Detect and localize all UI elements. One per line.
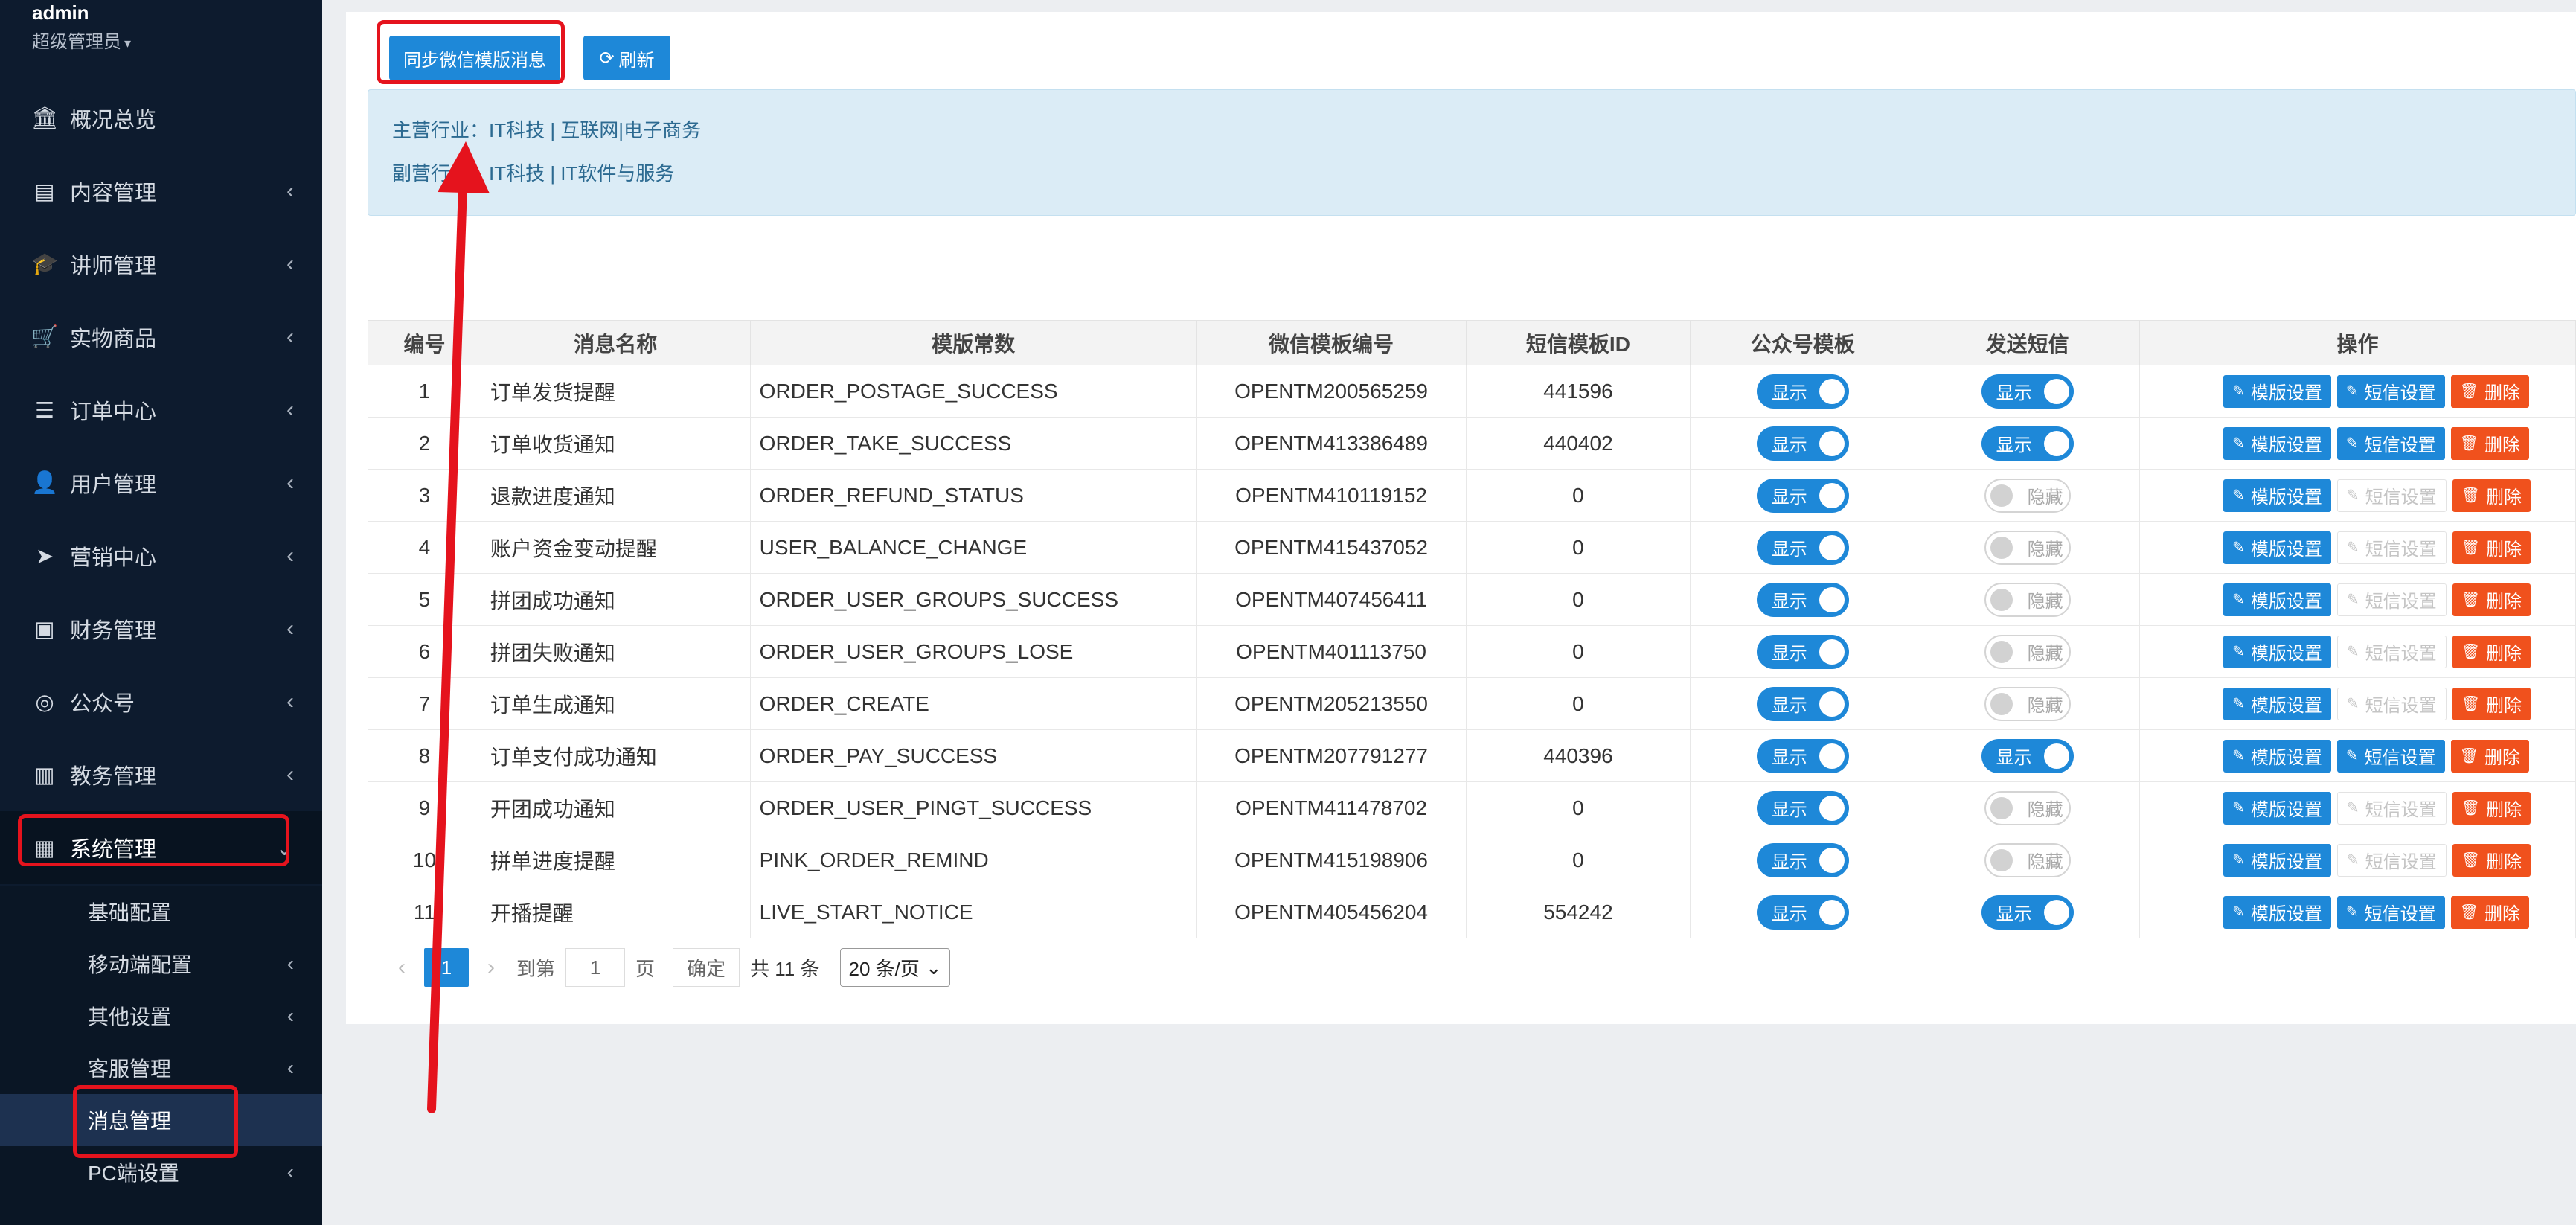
annotation-arrow xyxy=(427,141,490,1113)
